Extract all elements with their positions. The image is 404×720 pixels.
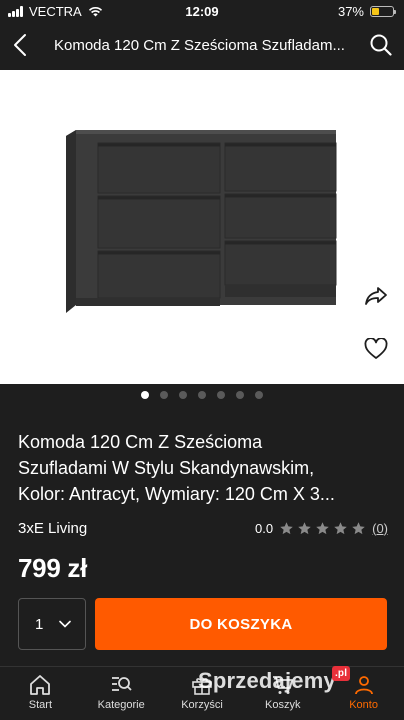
battery-percent: 37% [337, 4, 364, 19]
nav-item-benefits[interactable]: Korzyści [162, 667, 243, 720]
product-title-line: Szufladami W Stylu Skandynawskim, [18, 458, 315, 478]
nav-item-label: Korzyści [181, 699, 223, 711]
bottom-navigation: Start Kategorie Korzyści Koszyk Konto [0, 666, 404, 720]
status-bar: VECTRA 12:09 37% [0, 0, 404, 22]
favorite-button[interactable] [359, 331, 393, 365]
back-button[interactable] [2, 22, 38, 68]
quantity-value: 1 [35, 615, 44, 633]
share-button[interactable] [359, 279, 393, 313]
product-title: Komoda 120 Cm Z Sześcioma Szufladami W S… [18, 429, 394, 507]
nav-item-categories[interactable]: Kategorie [81, 667, 162, 720]
gallery-dot[interactable] [217, 391, 225, 399]
rating: 0.0 (0) [255, 521, 388, 536]
nav-item-label: Start [28, 699, 53, 711]
seller-name[interactable]: 3xE Living [18, 520, 87, 537]
nav-item-label: Koszyk [265, 699, 301, 711]
price: 799 zł [18, 553, 88, 583]
nav-item-start[interactable]: Start [0, 667, 81, 720]
star-icon [280, 521, 293, 534]
gallery-dot[interactable] [198, 391, 206, 399]
rating-stars [279, 521, 366, 536]
categories-search-icon [112, 677, 132, 691]
app-header: Komoda 120 Cm Z Sześcioma Szufladam... [0, 22, 404, 68]
chevron-left-icon [14, 34, 26, 56]
product-image [66, 130, 337, 313]
seller-rating-row: 3xE Living 0.0 (0) [18, 518, 388, 538]
gallery-dot[interactable] [236, 391, 244, 399]
product-title-line: Kolor: Antracyt, Wymiary: 120 Cm X 3... [18, 484, 335, 504]
search-button[interactable] [358, 22, 404, 68]
nav-item-label: Kategorie [97, 699, 145, 711]
product-title-line: Komoda 120 Cm Z Sześcioma [18, 432, 263, 452]
cart-icon [272, 676, 293, 694]
product-image-gallery[interactable] [0, 70, 404, 384]
nav-item-account[interactable]: Konto [323, 667, 404, 720]
rating-count-link[interactable]: (0) [372, 521, 388, 536]
home-icon [30, 675, 51, 695]
chevron-down-icon [59, 620, 71, 628]
star-icon [316, 521, 329, 534]
star-icon [334, 521, 347, 534]
search-icon [370, 34, 392, 56]
nav-item-label: Konto [349, 699, 378, 711]
quantity-select[interactable]: 1 [18, 598, 86, 650]
gallery-dot[interactable] [179, 391, 187, 399]
gallery-dot[interactable] [255, 391, 263, 399]
gift-icon [192, 678, 212, 695]
add-to-cart-button[interactable]: DO KOSZYKA [95, 598, 387, 650]
gallery-dot[interactable] [141, 391, 149, 399]
header-title: Komoda 120 Cm Z Sześcioma Szufladam... [54, 36, 345, 54]
star-icon [298, 521, 311, 534]
heart-icon [364, 337, 388, 359]
account-icon [354, 676, 373, 695]
gallery-pagination [0, 391, 404, 399]
star-icon [352, 521, 365, 534]
rating-value: 0.0 [255, 520, 274, 536]
battery-icon [370, 6, 396, 17]
share-icon [365, 287, 387, 305]
nav-item-cart[interactable]: Koszyk [242, 667, 323, 720]
gallery-dot[interactable] [160, 391, 168, 399]
